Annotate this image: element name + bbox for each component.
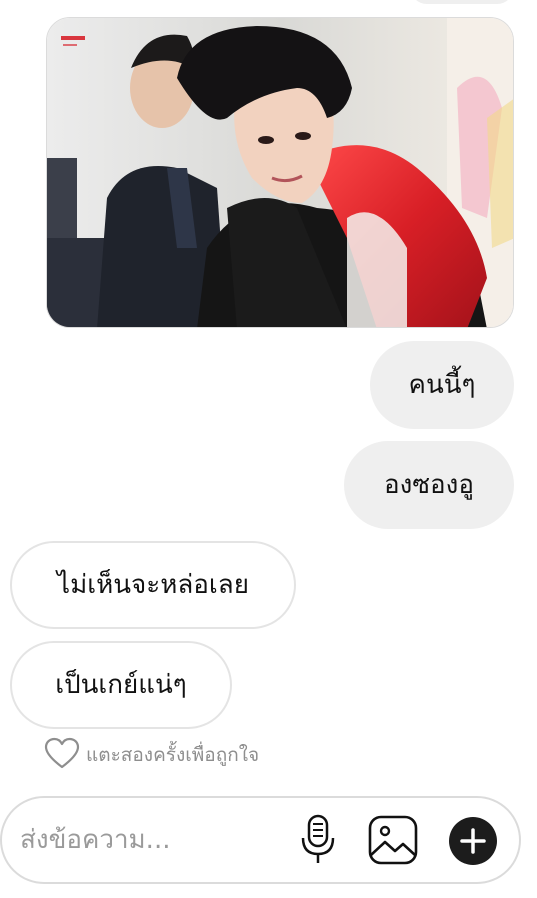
message-text: องซองอู xyxy=(384,470,474,500)
previous-message-bubble xyxy=(410,0,514,4)
message-text: คนนี้ๆ xyxy=(408,370,476,400)
double-tap-like-hint: แตะสองครั้งเพื่อถูกใจ xyxy=(44,737,259,773)
microphone-icon[interactable] xyxy=(296,813,340,867)
gallery-icon[interactable] xyxy=(366,813,420,867)
incoming-message[interactable]: เป็นเกย์แน่ๆ xyxy=(10,641,232,729)
outgoing-message[interactable]: คนนี้ๆ xyxy=(370,341,514,429)
photo-message[interactable] xyxy=(46,17,514,328)
heart-icon[interactable] xyxy=(44,737,80,774)
message-input[interactable] xyxy=(20,820,290,860)
like-hint-text: แตะสองครั้งเพื่อถูกใจ xyxy=(86,744,260,766)
plus-icon[interactable] xyxy=(446,814,500,868)
photo-image xyxy=(47,18,513,327)
message-text: เป็นเกย์แน่ๆ xyxy=(55,670,187,700)
message-composer xyxy=(0,796,521,884)
outgoing-message[interactable]: องซองอู xyxy=(344,441,514,529)
incoming-message[interactable]: ไม่เห็นจะหล่อเลย xyxy=(10,541,296,629)
message-text: ไม่เห็นจะหล่อเลย xyxy=(57,570,249,600)
